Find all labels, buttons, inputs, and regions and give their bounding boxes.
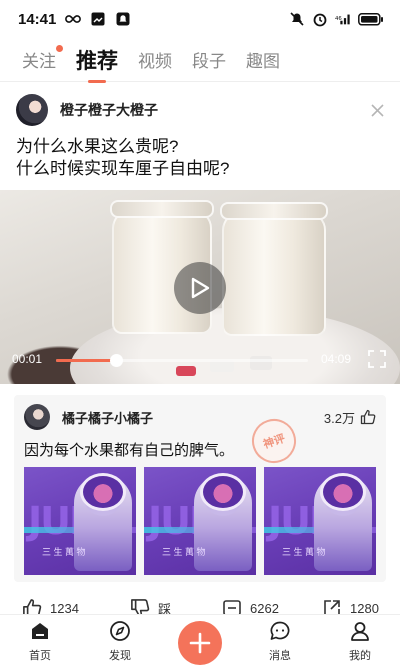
avatar[interactable] — [16, 94, 48, 126]
video-jar-image — [222, 212, 326, 336]
nav-messages[interactable]: 消息 — [256, 619, 304, 663]
thumbnail-caption: 三 生 萬 物 — [282, 547, 326, 557]
mute-icon — [289, 11, 305, 27]
tab-label: 关注 — [22, 52, 56, 71]
comment-author[interactable]: 橘子橘子小橘子 — [62, 408, 153, 427]
post-author[interactable]: 橙子橙子大橙子 — [60, 100, 158, 120]
video-current-time: 00:01 — [12, 352, 43, 366]
comment-text: 因为每个水果都有自己的脾气。 — [24, 442, 235, 459]
video-jar-rim — [110, 200, 214, 218]
comment-image-grid: JUL 三 生 萬 物 JUL 三 生 萬 物 JUL 三 生 萬 物 — [24, 467, 376, 575]
nav-label: 消息 — [269, 650, 291, 662]
astronaut-helmet — [200, 473, 246, 511]
plus-icon — [189, 632, 211, 654]
image-icon — [90, 11, 106, 27]
tab-recommended[interactable]: 推荐 — [76, 45, 118, 83]
status-right: 46 — [289, 11, 384, 27]
bottom-nav: 首页 发现 消息 我的 — [0, 614, 400, 666]
post-text: 为什么水果这么贵呢? 什么时候实现车厘子自由呢? — [16, 136, 386, 180]
discover-icon — [108, 619, 132, 643]
post-text-line: 为什么水果这么贵呢? — [16, 137, 179, 156]
tab-label: 段子 — [192, 52, 226, 71]
signal-icon: 46 — [335, 11, 351, 27]
thumbnail-caption: 三 生 萬 物 — [162, 547, 206, 557]
new-dot-badge — [56, 45, 63, 52]
nav-label: 发现 — [109, 650, 131, 662]
comment-header: 橘子橘子小橘子 3.2万 — [24, 403, 376, 431]
nav-label: 首页 — [29, 650, 51, 662]
battery-icon — [358, 11, 384, 27]
post-text-line: 什么时候实现车厘子自由呢? — [16, 159, 230, 178]
tab-following[interactable]: 关注 — [22, 45, 63, 72]
tab-fun-pics[interactable]: 趣图 — [246, 47, 280, 72]
alarm-icon — [312, 11, 328, 27]
nav-label: 我的 — [349, 650, 371, 662]
nav-home[interactable]: 首页 — [16, 619, 64, 663]
fullscreen-icon[interactable] — [368, 350, 386, 368]
close-icon[interactable] — [368, 101, 386, 119]
top-comment-card[interactable]: 橘子橘子小橘子 3.2万 因为每个水果都有自己的脾气。 神评 JUL 三 生 萬… — [14, 395, 386, 582]
video-fruit-piece — [176, 366, 196, 376]
thumbs-up-icon — [360, 409, 376, 425]
tab-label: 推荐 — [76, 49, 118, 73]
astronaut-helmet — [80, 473, 126, 511]
post-header: 橙子橙子大橙子 — [16, 93, 386, 127]
notification-app-icon — [115, 11, 131, 27]
add-post-button[interactable] — [178, 621, 222, 665]
user-icon — [348, 619, 372, 643]
astronaut-helmet — [320, 473, 366, 511]
comment-like-count: 3.2万 — [323, 410, 355, 426]
status-time: 14:41 — [18, 10, 57, 28]
video-player[interactable]: 00:01 04:09 — [0, 190, 400, 384]
tab-label: 趣图 — [246, 52, 280, 71]
video-duration: 04:09 — [321, 352, 352, 366]
message-icon — [268, 619, 292, 643]
tab-jokes[interactable]: 段子 — [192, 47, 226, 72]
home-icon — [28, 619, 52, 643]
top-tabs: 关注 推荐 视频 段子 趣图 — [0, 38, 400, 83]
tab-video[interactable]: 视频 — [138, 47, 172, 72]
status-left: 14:41 — [18, 11, 131, 28]
nav-discover[interactable]: 发现 — [96, 619, 144, 663]
comment-like-button[interactable]: 3.2万 — [324, 408, 376, 427]
comment-image-thumbnail[interactable]: JUL 三 生 萬 物 — [24, 467, 136, 575]
video-progress-bar[interactable] — [56, 354, 308, 367]
nav-mine[interactable]: 我的 — [336, 619, 384, 663]
play-button[interactable] — [174, 262, 226, 314]
comment-image-thumbnail[interactable]: JUL 三 生 萬 物 — [264, 467, 376, 575]
video-jar-rim — [220, 202, 328, 220]
status-bar: 14:41 46 — [0, 0, 400, 38]
thumbnail-caption: 三 生 萬 物 — [42, 547, 86, 557]
active-tab-indicator — [88, 79, 106, 83]
avatar[interactable] — [24, 404, 50, 430]
tab-label: 视频 — [138, 52, 172, 71]
infinity-icon — [65, 11, 82, 27]
svg-text:46: 46 — [335, 16, 342, 22]
comment-image-thumbnail[interactable]: JUL 三 生 萬 物 — [144, 467, 256, 575]
video-progress-fill — [56, 359, 117, 362]
